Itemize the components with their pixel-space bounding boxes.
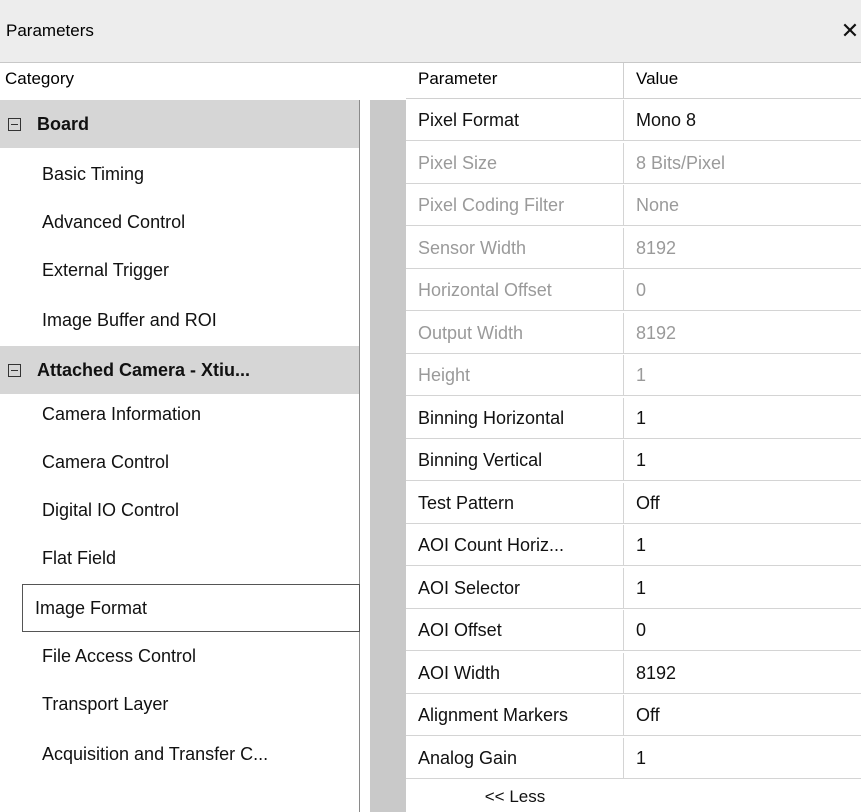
parameter-row[interactable]: Test Pattern Off xyxy=(406,482,861,524)
parameter-name: AOI Selector xyxy=(406,567,624,608)
window-title: Parameters xyxy=(6,21,94,40)
category-label: Camera Information xyxy=(42,403,202,424)
category-label: Transport Layer xyxy=(42,693,169,714)
category-label: Board xyxy=(37,113,90,134)
category-label: External Trigger xyxy=(42,259,170,280)
category-label: Acquisition and Transfer C... xyxy=(42,743,269,764)
parameter-value: 8192 xyxy=(636,322,677,343)
parameter-row[interactable]: Pixel Coding Filter None xyxy=(406,185,861,226)
parameter-value[interactable]: 0 xyxy=(624,610,861,650)
parameter-row[interactable]: Sensor Width 8192 xyxy=(406,227,861,269)
parameter-row[interactable]: Pixel Format Mono 8 xyxy=(406,100,861,141)
category-group[interactable]: Attached Camera - Xtiu... xyxy=(0,346,359,394)
category-item[interactable]: Camera Control xyxy=(0,438,359,486)
category-label: Image Format xyxy=(35,597,148,618)
parameter-value[interactable]: 1 xyxy=(624,568,861,608)
collapse-icon[interactable] xyxy=(8,117,21,131)
category-item[interactable]: Acquisition and Transfer C... xyxy=(0,730,359,778)
parameter-value: None xyxy=(636,195,680,215)
category-label: Image Buffer and ROI xyxy=(42,309,217,330)
parameter-name: Output Width xyxy=(406,312,624,353)
category-item[interactable]: External Trigger xyxy=(0,246,359,294)
parameter-name: Alignment Markers xyxy=(406,695,624,735)
parameter-row[interactable]: AOI Offset 0 xyxy=(406,610,861,651)
category-item[interactable]: Flat Field xyxy=(0,534,359,582)
category-item[interactable]: File Access Control xyxy=(0,632,359,680)
category-label: Basic Timing xyxy=(42,163,145,184)
parameter-row[interactable]: AOI Selector 1 xyxy=(406,567,861,609)
parameter-value[interactable]: 8192 xyxy=(624,653,861,693)
category-item[interactable]: Digital IO Control xyxy=(0,486,359,534)
category-item[interactable]: Image Format xyxy=(22,584,360,632)
category-item[interactable]: Transport Layer xyxy=(0,680,359,728)
parameter-row[interactable]: AOI Count Horiz... 1 xyxy=(406,525,861,566)
parameter-value: 0 xyxy=(636,280,647,300)
parameter-name: Horizontal Offset xyxy=(406,270,624,310)
header-divider xyxy=(406,98,861,99)
parameter-row[interactable]: Alignment Markers Off xyxy=(406,695,861,736)
title-bar: Parameters ✕ xyxy=(0,0,861,63)
parameter-value[interactable]: 1 xyxy=(624,738,861,778)
parameter-value[interactable]: 1 xyxy=(624,398,861,438)
parameter-row[interactable]: Output Width 8192 xyxy=(406,312,861,354)
category-label: File Access Control xyxy=(42,645,197,666)
value-column-header[interactable]: Value xyxy=(624,63,861,99)
parameter-row[interactable]: Binning Horizontal 1 xyxy=(406,397,861,439)
parameter-value: 1 xyxy=(636,365,647,385)
parameter-value[interactable]: Off xyxy=(624,483,861,523)
category-label: Flat Field xyxy=(42,547,117,568)
parameter-name: Pixel Format xyxy=(406,100,624,140)
parameter-row[interactable]: Analog Gain 1 xyxy=(406,737,861,779)
parameter-row[interactable]: Height 1 xyxy=(406,355,861,396)
close-icon[interactable]: ✕ xyxy=(839,0,861,62)
category-label: Advanced Control xyxy=(42,211,186,232)
parameter-row[interactable]: Horizontal Offset 0 xyxy=(406,270,861,311)
parameter-value: 8 Bits/Pixel xyxy=(636,152,726,173)
parameter-name: AOI Count Horiz... xyxy=(406,525,624,565)
parameter-name: Pixel Coding Filter xyxy=(406,185,624,225)
category-item[interactable]: Basic Timing xyxy=(0,150,359,198)
category-label: Digital IO Control xyxy=(42,499,180,520)
collapse-icon[interactable] xyxy=(8,363,21,377)
parameter-name: AOI Offset xyxy=(406,610,624,650)
category-label: Attached Camera - Xtiu... xyxy=(37,359,251,380)
parameter-value: 8192 xyxy=(636,237,677,258)
category-header: Category xyxy=(0,63,360,99)
category-label: Camera Control xyxy=(42,451,170,472)
category-group[interactable]: Board xyxy=(0,100,359,148)
parameter-name: Test Pattern xyxy=(406,482,624,523)
parameter-value[interactable]: Off xyxy=(624,695,861,735)
parameter-value[interactable]: 1 xyxy=(624,440,861,480)
parameter-row[interactable]: Binning Vertical 1 xyxy=(406,440,861,481)
parameter-value[interactable]: 1 xyxy=(624,525,861,565)
parameter-row[interactable]: Pixel Size 8 Bits/Pixel xyxy=(406,142,861,184)
parameter-row[interactable]: AOI Width 8192 xyxy=(406,652,861,694)
parameter-name: Pixel Size xyxy=(406,142,624,183)
category-item[interactable]: Advanced Control xyxy=(0,198,359,246)
category-item[interactable]: Camera Information xyxy=(0,390,359,438)
parameter-name: Sensor Width xyxy=(406,227,624,268)
category-list[interactable]: Board Basic Timing Advanced Control Externa… xyxy=(0,100,360,812)
panel-splitter[interactable] xyxy=(370,100,406,812)
parameter-value[interactable]: Mono 8 xyxy=(624,100,861,140)
parameter-name: AOI Width xyxy=(406,652,624,693)
parameter-name: Analog Gain xyxy=(406,737,624,778)
parameter-column-header[interactable]: Parameter xyxy=(406,63,624,99)
parameter-name: Binning Horizontal xyxy=(406,397,624,438)
parameter-name: Binning Vertical xyxy=(406,440,624,480)
less-button[interactable]: << Less xyxy=(406,781,624,812)
parameter-name: Height xyxy=(406,355,624,395)
category-item[interactable]: Image Buffer and ROI xyxy=(0,296,359,344)
